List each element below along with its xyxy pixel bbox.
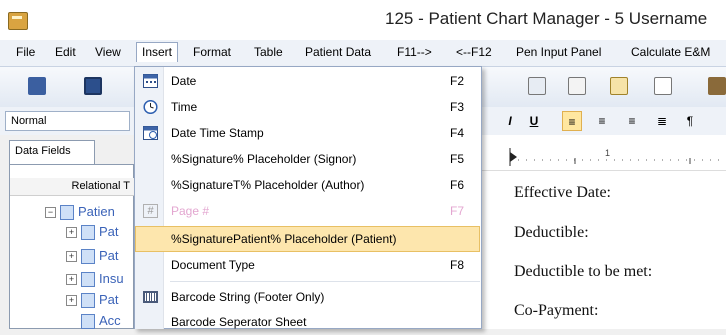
doc-line-effective-date: Effective Date: [514,184,611,201]
barcode-icon [143,291,158,303]
expand-icon[interactable]: + [66,295,77,307]
menu-item-barcode-string[interactable]: Barcode String (Footer Only) [135,284,480,310]
menu-insert[interactable]: Insert [136,42,179,62]
menu-edit[interactable]: Edit [55,45,76,59]
table-icon [81,293,95,309]
open-icon[interactable] [28,77,46,95]
menu-item-date[interactable]: Date F2 [135,68,480,94]
menu-calculate-em[interactable]: Calculate E&M [631,45,710,59]
svg-text:1: 1 [605,148,610,158]
tree-item[interactable]: − Patien [45,204,115,222]
clock-icon [143,100,158,114]
expand-icon[interactable]: + [66,227,77,239]
menu-f11[interactable]: F11--> [397,45,432,59]
table-icon [81,249,95,265]
doc-line-deductible: Deductible: [514,224,589,241]
italic-icon[interactable]: I [500,111,520,131]
copy-icon[interactable] [568,77,586,95]
title-bar: 125 - Patient Chart Manager - 5 Username [0,0,726,40]
align-center-icon[interactable]: ≡ [592,111,612,131]
menu-item-barcode-separator-sheet[interactable]: Barcode Seperator Sheet [135,309,480,335]
expand-icon[interactable]: + [66,251,77,263]
menu-separator [170,281,480,282]
tab-data-fields[interactable]: Data Fields [9,140,95,164]
calendar-icon [143,74,158,88]
justify-icon[interactable]: ≣ [652,111,672,131]
menu-item-document-type[interactable]: Document Type F8 [135,252,480,278]
menu-patient-data[interactable]: Patient Data [305,45,371,59]
menu-item-page-number: # Page # F7 [135,198,480,224]
table-icon [81,225,95,241]
note-icon[interactable] [610,77,628,95]
expand-icon[interactable]: + [66,274,77,286]
page-number-icon: # [143,204,158,218]
menu-table[interactable]: Table [254,45,283,59]
tree-item[interactable]: + Pat [66,224,119,242]
window-title: 125 - Patient Chart Manager - 5 Username [385,9,708,28]
menu-item-date-time-stamp[interactable]: Date Time Stamp F4 [135,120,480,146]
menu-pen-input-panel[interactable]: Pen Input Panel [516,45,601,59]
menu-item-signature-signor[interactable]: %Signature% Placeholder (Signor) F5 [135,146,480,172]
collapse-icon[interactable]: − [45,207,56,219]
paragraph-icon[interactable]: ¶ [680,111,700,131]
menu-item-time[interactable]: Time F3 [135,94,480,120]
align-left-icon[interactable]: ≡ [562,111,582,131]
menu-f12[interactable]: <--F12 [456,45,492,59]
underline-icon[interactable]: U [524,111,544,131]
doc-line-deductible-to-be-met: Deductible to be met: [514,263,653,280]
tree-header[interactable]: Relational T [10,178,134,196]
paste-icon[interactable] [654,77,672,95]
menu-bar: File Edit View Insert Format Table Patie… [0,40,726,67]
tree-item[interactable]: +Acc [66,313,121,331]
app-icon[interactable] [8,12,28,30]
menu-format[interactable]: Format [193,45,231,59]
tool-icon[interactable] [708,77,726,95]
ruler-ticks: 1 [509,148,726,166]
align-right-icon[interactable]: ≡ [622,111,642,131]
datetime-icon [143,126,158,140]
tree-item[interactable]: + Pat [66,248,119,266]
menu-item-signature-patient[interactable]: %SignaturePatient% Placeholder (Patient) [135,226,480,252]
table-icon [81,272,95,288]
tree-item[interactable]: + Insu [66,271,124,289]
save-icon[interactable] [84,77,102,95]
table-icon [81,314,95,330]
ruler[interactable]: 1 [480,140,726,171]
style-select[interactable]: Normal [5,111,130,131]
folder-icon [60,205,74,221]
document-icon[interactable] [528,77,546,95]
menu-file[interactable]: File [16,45,35,59]
tree-item[interactable]: + Pat [66,292,119,310]
menu-item-signature-author[interactable]: %SignatureT% Placeholder (Author) F6 [135,172,480,198]
doc-line-co-payment: Co-Payment: [514,302,599,319]
menu-view[interactable]: View [95,45,121,59]
